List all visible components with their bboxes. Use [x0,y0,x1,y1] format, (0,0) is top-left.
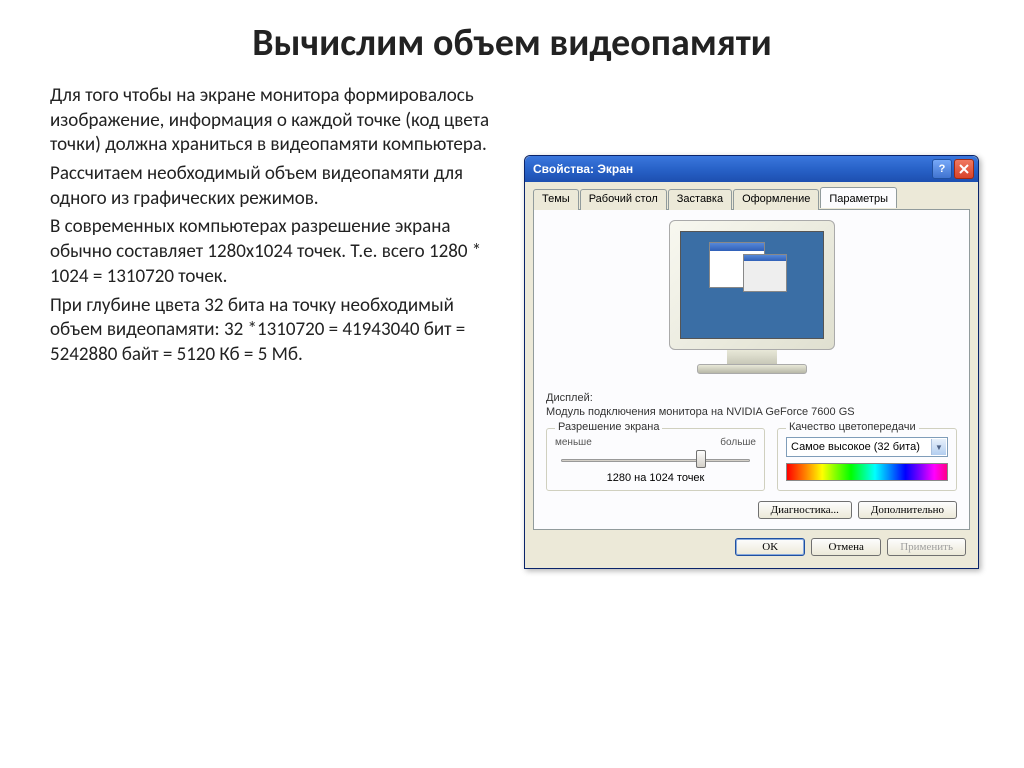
slider-label-less: меньше [555,437,592,448]
titlebar[interactable]: Свойства: Экран ? [525,156,978,182]
color-quality-title: Качество цветопередачи [786,421,919,433]
slide-title: Вычислим объем видеопамяти [50,20,974,66]
paragraph-2: Рассчитаем необходимый объем видеопамяти… [50,162,490,211]
monitor-preview [546,220,957,380]
help-button[interactable]: ? [932,159,952,179]
chevron-down-icon: ▼ [931,439,946,455]
resolution-group-title: Разрешение экрана [555,421,662,433]
color-spectrum [786,463,948,481]
slider-thumb[interactable] [696,450,706,468]
settings-panel: Дисплей: Модуль подключения монитора на … [533,209,970,530]
slide-text: Для того чтобы на экране монитора формир… [50,84,490,372]
window-title: Свойства: Экран [533,162,932,176]
resolution-group: Разрешение экрана меньше больше 1280 на … [546,428,765,491]
color-quality-group: Качество цветопередачи Самое высокое (32… [777,428,957,491]
paragraph-4: При глубине цвета 32 бита на точку необх… [50,294,490,368]
preview-screen [680,231,824,339]
close-icon [959,164,969,174]
advanced-button[interactable]: Дополнительно [858,501,957,519]
ok-button[interactable]: OK [735,538,805,556]
tab-desktop[interactable]: Рабочий стол [580,189,667,210]
cancel-button[interactable]: Отмена [811,538,881,556]
tab-settings[interactable]: Параметры [820,187,897,208]
tab-themes[interactable]: Темы [533,189,579,210]
paragraph-3: В современных компьютерах разрешение экр… [50,215,490,289]
color-quality-combo[interactable]: Самое высокое (32 бита) ▼ [786,437,948,457]
resolution-value: 1280 на 1024 точек [555,472,756,484]
display-label: Дисплей: [546,392,957,404]
display-properties-dialog: Свойства: Экран ? Темы Рабочий стол Заст… [524,155,979,569]
tab-screensaver[interactable]: Заставка [668,189,732,210]
tab-strip: Темы Рабочий стол Заставка Оформление Па… [525,182,978,209]
resolution-slider[interactable] [555,450,756,470]
slider-label-more: больше [720,437,756,448]
close-button[interactable] [954,159,974,179]
apply-button[interactable]: Применить [887,538,966,556]
diagnostics-button[interactable]: Диагностика... [758,501,852,519]
display-value: Модуль подключения монитора на NVIDIA Ge… [546,406,957,418]
color-quality-value: Самое высокое (32 бита) [791,441,920,453]
paragraph-1: Для того чтобы на экране монитора формир… [50,84,490,158]
tab-appearance[interactable]: Оформление [733,189,819,210]
